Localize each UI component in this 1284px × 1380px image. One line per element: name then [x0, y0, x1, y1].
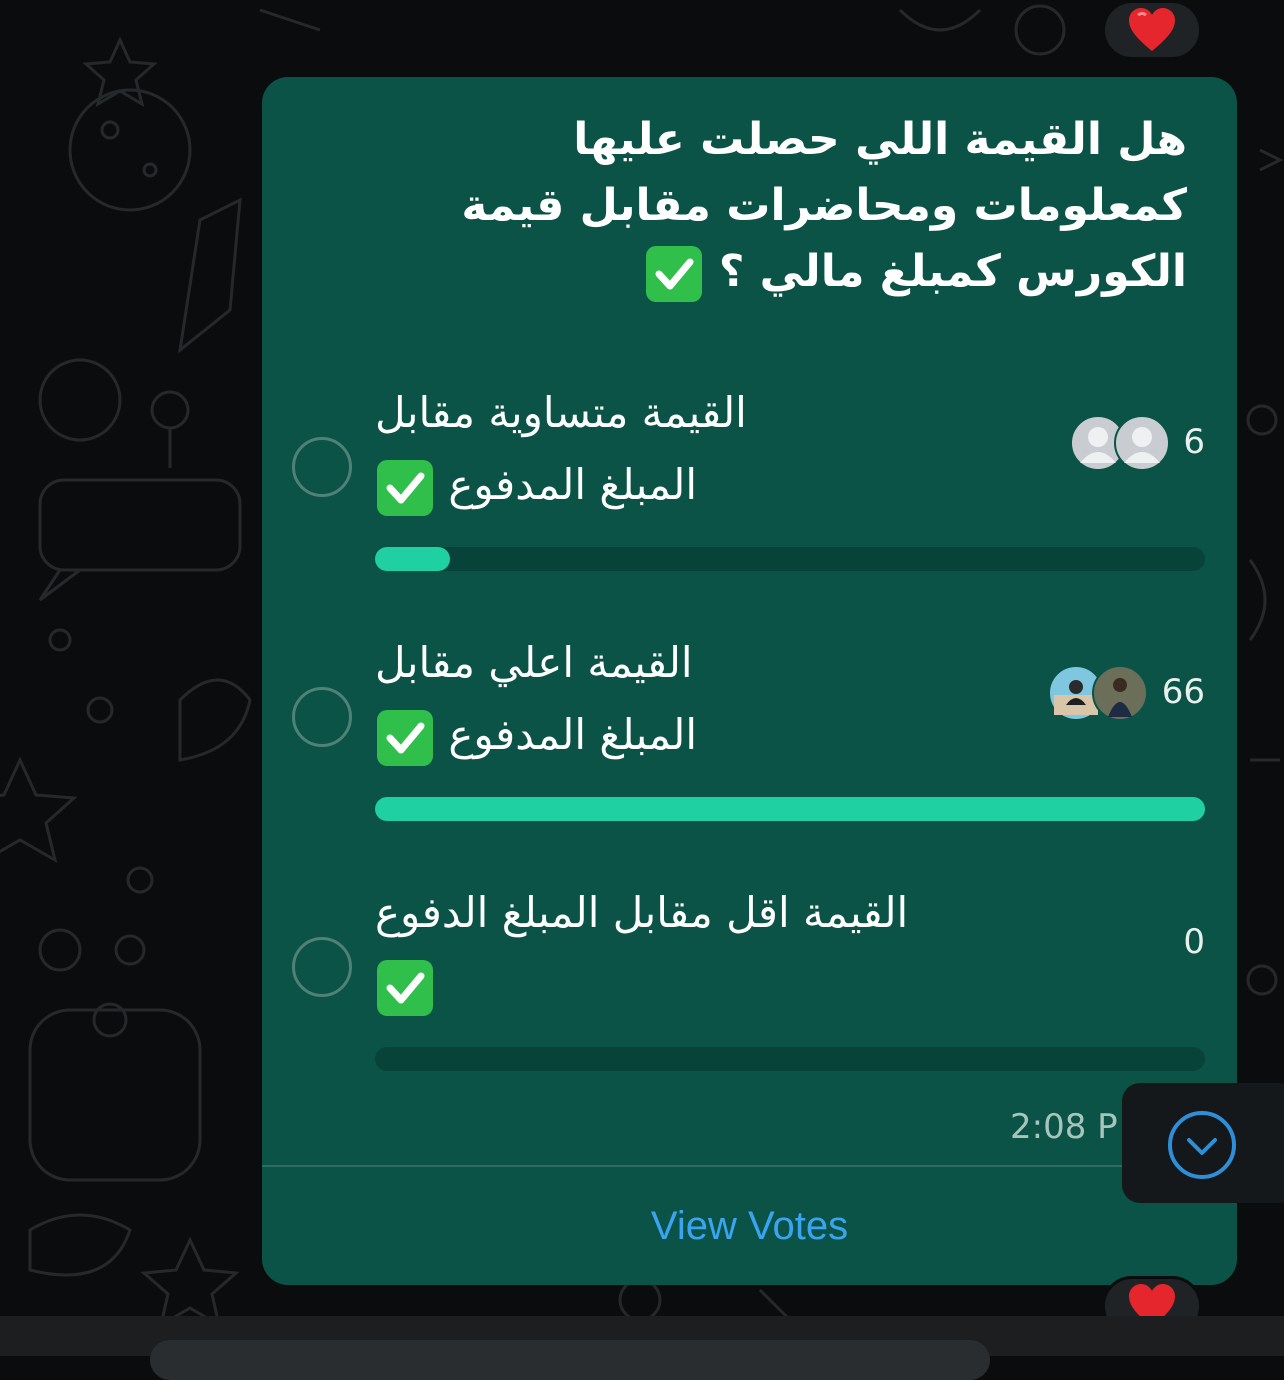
vote-progress-bar [375, 797, 1205, 821]
message-input-field[interactable] [150, 1340, 990, 1380]
poll-option-radio[interactable] [292, 937, 352, 997]
poll-question-line: هل القيمة اللي حصلت عليها [573, 114, 1187, 165]
poll-option-text: القيمة متساوية مقابل المبلغ المدفوع [375, 377, 995, 521]
user-photo-avatar [1092, 665, 1148, 721]
vote-count: 66 [1161, 672, 1205, 712]
reaction-badge-top[interactable] [1102, 0, 1202, 60]
default-avatar-icon [1114, 415, 1170, 471]
check-mark-icon [377, 459, 433, 516]
poll-option-2[interactable]: القيمة اعلي مقابل المبلغ المدفوع 66 [262, 627, 1237, 847]
view-votes-button[interactable]: View Votes [262, 1167, 1237, 1285]
vote-progress-fill [375, 797, 1205, 821]
poll-option-label-line2 [375, 949, 995, 1021]
vote-count: 6 [1183, 422, 1205, 462]
scroll-to-bottom-button[interactable] [1122, 1083, 1284, 1203]
heart-icon [1129, 8, 1175, 51]
poll-option-label-line2: المبلغ المدفوع [375, 699, 995, 771]
poll-option-label: القيمة اقل مقابل المبلغ الدفوع [375, 888, 909, 937]
message-timestamp: 2:08 P [1010, 1107, 1118, 1147]
check-mark-icon [377, 959, 433, 1016]
voter-avatars[interactable] [1070, 415, 1174, 471]
poll-option-text: القيمة اقل مقابل المبلغ الدفوع [375, 877, 995, 1021]
poll-question-line: الكورس كمبلغ مالي ؟ [718, 246, 1187, 297]
poll-option-text: القيمة اعلي مقابل المبلغ المدفوع [375, 627, 995, 771]
poll-option-label: القيمة اعلي مقابل [375, 638, 693, 687]
poll-option-label-line2: المبلغ المدفوع [375, 449, 995, 521]
poll-option-label: المبلغ المدفوع [448, 710, 698, 759]
poll-message-bubble[interactable]: هل القيمة اللي حصلت عليها كمعلومات ومحاض… [262, 77, 1237, 1285]
vote-count: 0 [1183, 922, 1205, 962]
poll-option-radio[interactable] [292, 687, 352, 747]
poll-option-1[interactable]: القيمة متساوية مقابل المبلغ المدفوع 6 [262, 377, 1237, 597]
vote-progress-fill [375, 547, 451, 571]
poll-question-line-last: الكورس كمبلغ مالي ؟ [427, 239, 1187, 305]
vote-progress-bar [375, 1047, 1205, 1071]
poll-option-3[interactable]: القيمة اقل مقابل المبلغ الدفوع 0 [262, 877, 1237, 1097]
poll-option-radio[interactable] [292, 437, 352, 497]
poll-option-label: المبلغ المدفوع [448, 460, 698, 509]
chevron-down-icon [1168, 1111, 1236, 1179]
check-mark-icon [645, 246, 702, 302]
poll-question-line: كمعلومات ومحاضرات مقابل قيمة [461, 180, 1187, 231]
vote-progress-bar [375, 547, 1205, 571]
voter-avatars[interactable] [1048, 665, 1152, 721]
poll-option-label: القيمة متساوية مقابل [375, 388, 747, 437]
check-mark-icon [377, 709, 433, 766]
poll-question: هل القيمة اللي حصلت عليها كمعلومات ومحاض… [427, 107, 1187, 305]
